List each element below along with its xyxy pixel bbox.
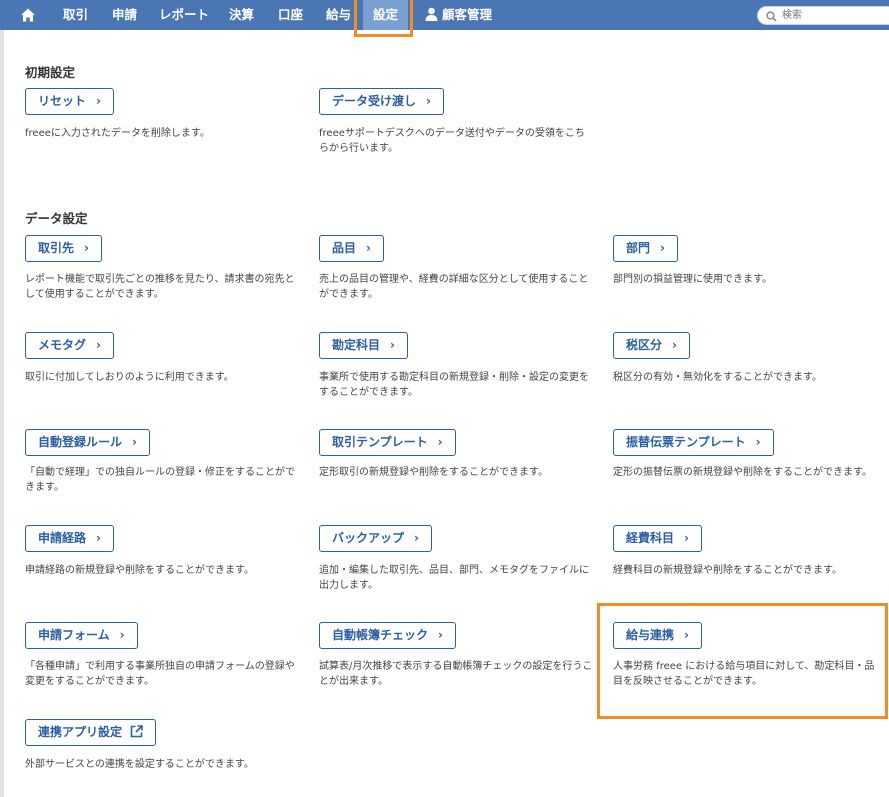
top-nav: 取引 申請 レポート 決算 口座 給与 設定 顧客管理 xyxy=(0,0,889,30)
search-box[interactable] xyxy=(757,6,889,25)
backup-button-label: バックアップ xyxy=(332,531,405,545)
account-items-button[interactable]: 勘定科目 › xyxy=(319,332,408,359)
nav-item-requests[interactable]: 申請 xyxy=(112,0,137,30)
chevron-right-icon: › xyxy=(684,628,689,642)
journal-templates-button[interactable]: 振替伝票テンプレート › xyxy=(613,429,774,456)
chevron-right-icon: › xyxy=(684,531,689,545)
section-title-data-settings: データ設定 xyxy=(25,211,88,226)
expense-items-button[interactable]: 経費科目 › xyxy=(613,525,702,552)
transaction-templates-button[interactable]: 取引テンプレート › xyxy=(319,429,456,456)
reset-description: freeeに入力されたデータを削除します。 xyxy=(25,128,210,139)
data-transfer-button-label: データ受け渡し xyxy=(332,94,417,108)
section-title-initial-settings: 初期設定 xyxy=(25,65,76,80)
nav-item-payroll[interactable]: 給与 xyxy=(326,0,351,30)
chevron-right-icon: › xyxy=(438,628,443,642)
account-items-button-label: 勘定科目 xyxy=(332,338,381,352)
auto-book-check-button-label: 自動帳簿チェック xyxy=(332,628,429,642)
nav-item-reports[interactable]: レポート xyxy=(159,0,209,30)
approval-routes-button-label: 申請経路 xyxy=(38,531,87,545)
request-forms-button-label: 申請フォーム xyxy=(38,628,110,642)
journal-templates-button-label: 振替伝票テンプレート xyxy=(626,435,746,449)
chevron-right-icon: › xyxy=(84,241,89,255)
customer-management-label: 顧客管理 xyxy=(442,7,493,22)
home-icon[interactable] xyxy=(20,7,36,23)
departments-description: 部門別の損益管理に使用できます。 xyxy=(613,274,772,285)
left-border xyxy=(0,30,4,797)
request-forms-description: 「各種申請」で利用する事業所独自の申請フォームの登録や変更をすることができます。 xyxy=(25,661,295,687)
chevron-right-icon: › xyxy=(437,435,443,449)
auto-book-check-button[interactable]: 自動帳簿チェック › xyxy=(319,622,456,649)
partners-button[interactable]: 取引先 › xyxy=(25,235,102,262)
payroll-link-description: 人事労務 freee における給与項目に対して、勘定科目・品目を反映させることが… xyxy=(613,661,875,687)
expense-items-description: 経費科目の新規登録や削除をすることができます。 xyxy=(613,565,842,576)
linked-apps-description: 外部サービスとの連携を設定することができます。 xyxy=(25,759,254,770)
departments-button-label: 部門 xyxy=(626,241,651,255)
nav-item-transactions[interactable]: 取引 xyxy=(63,0,88,30)
memo-tags-button-label: メモタグ xyxy=(38,338,87,352)
backup-button[interactable]: バックアップ › xyxy=(319,525,432,552)
request-forms-button[interactable]: 申請フォーム › xyxy=(25,622,138,649)
auto-book-check-description: 試算表/月次推移で表示する自動帳簿チェックの設定を行うことが出来ます。 xyxy=(319,661,593,687)
account-items-description: 事業所で使用する勘定科目の新規登録・削除・設定の変更をすることができます。 xyxy=(319,372,589,398)
auto-rules-button[interactable]: 自動登録ルール › xyxy=(25,429,150,456)
auto-rules-button-label: 自動登録ルール xyxy=(38,435,123,449)
approval-routes-button[interactable]: 申請経路 › xyxy=(25,525,114,552)
chevron-right-icon: › xyxy=(119,628,125,642)
payroll-link-button[interactable]: 給与連携 › xyxy=(613,622,702,649)
chevron-right-icon: › xyxy=(366,241,371,255)
chevron-right-icon: › xyxy=(426,94,431,108)
auto-rules-description: 「自動で経理」での独自ルールの登録・修正をすることができます。 xyxy=(25,467,295,493)
search-icon xyxy=(766,11,777,22)
tax-categories-button-label: 税区分 xyxy=(626,338,663,352)
transaction-templates-button-label: 取引テンプレート xyxy=(332,435,428,449)
memo-tags-button[interactable]: メモタグ › xyxy=(25,332,114,359)
partners-description: レポート機能で取引先ごとの推移を見たり、請求書の宛先として使用することができます… xyxy=(25,274,295,300)
transaction-templates-description: 定形取引の新規登録や削除をすることができます。 xyxy=(319,467,548,478)
external-link-icon xyxy=(130,724,143,737)
chevron-right-icon: › xyxy=(96,338,101,352)
memo-tags-description: 取引に付加してしおりのように利用できます。 xyxy=(25,372,234,383)
departments-button[interactable]: 部門 › xyxy=(613,235,678,262)
nav-item-settings[interactable]: 設定 xyxy=(363,0,409,30)
nav-item-customer-management[interactable]: 顧客管理 xyxy=(425,0,492,30)
items-description: 売上の品目の管理や、経費の詳細な区分として使用することができます。 xyxy=(319,274,589,300)
chevron-right-icon: › xyxy=(132,435,137,449)
chevron-right-icon: › xyxy=(672,338,677,352)
linked-apps-button-label: 連携アプリ設定 xyxy=(38,725,123,739)
tax-categories-button[interactable]: 税区分 › xyxy=(613,332,690,359)
reset-button-label: リセット xyxy=(38,94,87,108)
chevron-right-icon: › xyxy=(414,531,419,545)
user-icon xyxy=(425,7,438,21)
approval-routes-description: 申請経路の新規登録や削除をすることができます。 xyxy=(25,565,254,576)
chevron-right-icon: › xyxy=(660,241,665,255)
chevron-right-icon: › xyxy=(96,94,101,108)
linked-apps-button[interactable]: 連携アプリ設定 xyxy=(25,719,157,746)
backup-description: 追加・編集した取引先、品目、部門、メモタグをファイルに出力します。 xyxy=(319,565,589,591)
search-input[interactable] xyxy=(782,8,882,23)
journal-templates-description: 定形の振替伝票の新規登録や削除をすることができます。 xyxy=(613,467,872,478)
nav-item-accounts[interactable]: 口座 xyxy=(278,0,303,30)
expense-items-button-label: 経費科目 xyxy=(626,531,675,545)
data-transfer-button[interactable]: データ受け渡し › xyxy=(319,88,444,115)
reset-button[interactable]: リセット › xyxy=(25,88,114,115)
chevron-right-icon: › xyxy=(96,531,101,545)
payroll-link-button-label: 給与連携 xyxy=(626,628,675,642)
partners-button-label: 取引先 xyxy=(38,241,75,255)
tax-categories-description: 税区分の有効・無効化をすることができます。 xyxy=(613,372,822,383)
data-transfer-description: freeeサポートデスクへのデータ送付やデータの受領をこちらから行います。 xyxy=(319,128,585,154)
items-button[interactable]: 品目 › xyxy=(319,235,384,262)
chevron-right-icon: › xyxy=(390,338,395,352)
nav-item-closing[interactable]: 決算 xyxy=(229,0,254,30)
chevron-right-icon: › xyxy=(755,435,761,449)
items-button-label: 品目 xyxy=(332,241,357,255)
